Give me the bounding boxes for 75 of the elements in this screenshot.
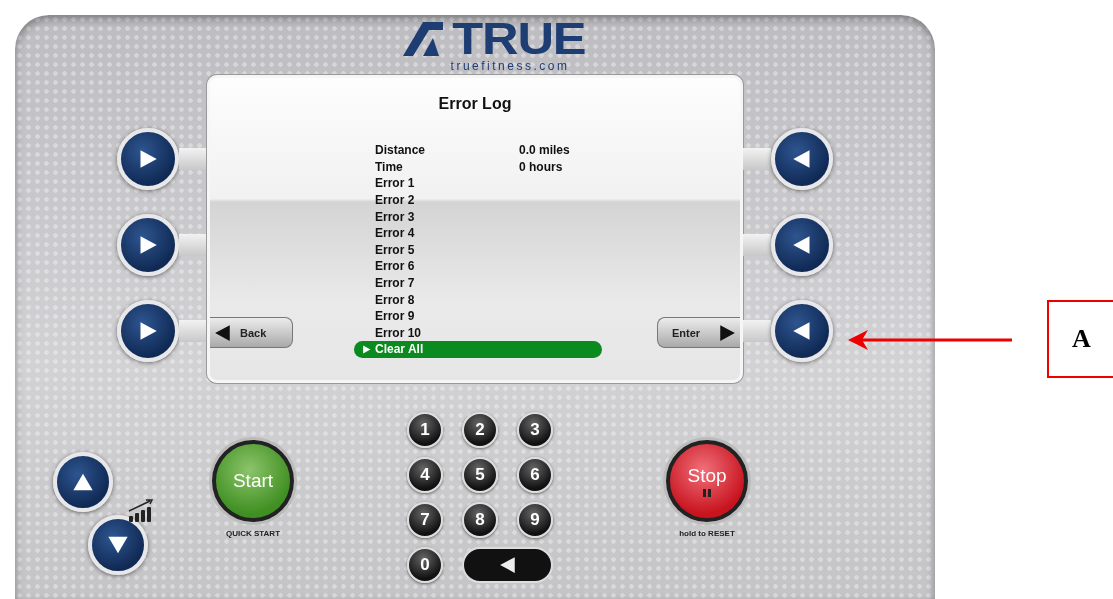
item-label: Distance [375, 143, 427, 158]
item-label: Error 4 [375, 226, 415, 241]
keypad-key[interactable]: 1 [407, 412, 443, 448]
connector-bar [179, 320, 207, 342]
brand-logo: TRUE [452, 19, 586, 59]
item-label: Clear All [375, 342, 424, 357]
connector-bar [179, 234, 207, 256]
triangle-left-icon [792, 321, 812, 341]
menu-item[interactable]: Error 10 [354, 324, 602, 342]
triangle-right-icon [362, 344, 371, 354]
stop-button[interactable]: Stop [666, 440, 748, 522]
menu-item[interactable]: Error 9 [354, 307, 602, 325]
triangle-left-icon [214, 323, 232, 342]
menu-item[interactable]: Error 5 [354, 241, 602, 259]
website-label: truefitness.com [450, 59, 570, 73]
item-label: Error 1 [375, 176, 415, 191]
menu-item[interactable]: Distance 0.0 miles [354, 142, 602, 159]
screen-title: Error Log [437, 94, 513, 114]
soft-key-button[interactable] [771, 300, 833, 362]
menu-item[interactable]: Error 3 [354, 208, 602, 225]
connector-bar [743, 234, 771, 256]
menu-item[interactable]: Error 6 [354, 258, 602, 275]
connector-bar [743, 320, 771, 342]
item-value: 0 hours [519, 159, 563, 174]
menu-item[interactable]: Error 8 [354, 291, 602, 308]
up-button[interactable] [53, 452, 113, 512]
logo-mark-icon [403, 22, 444, 56]
soft-key-button[interactable] [117, 300, 179, 362]
menu-item[interactable]: Error 2 [354, 191, 602, 209]
triangle-left-icon [498, 556, 517, 574]
keypad-key[interactable]: 6 [517, 457, 553, 493]
soft-key-button[interactable] [771, 128, 833, 190]
down-button[interactable] [88, 515, 148, 575]
connector-bar [179, 148, 207, 170]
triangle-right-icon [138, 235, 158, 255]
keypad-key[interactable]: 4 [407, 457, 443, 493]
triangle-right-icon [138, 321, 158, 341]
callout-label: A [1047, 300, 1113, 378]
keypad-key[interactable]: 2 [462, 412, 498, 448]
incline-icon [128, 498, 154, 523]
keypad-key[interactable]: 8 [462, 502, 498, 538]
item-label: Error 6 [375, 259, 415, 274]
menu-item[interactable]: Error 7 [354, 274, 602, 292]
enter-button[interactable]: Enter [657, 317, 740, 348]
menu-item[interactable]: Time 0 hours [354, 158, 602, 176]
item-label: Error 3 [375, 209, 415, 224]
item-label: Error 8 [375, 292, 415, 307]
keypad-key[interactable]: 7 [407, 502, 443, 538]
triangle-right-icon [718, 323, 736, 342]
connector-bar [743, 148, 771, 170]
item-label: Error 5 [375, 242, 415, 257]
item-label: Error 9 [375, 309, 415, 324]
item-label: Error 2 [375, 193, 415, 208]
menu-item[interactable]: Error 1 [354, 175, 602, 192]
keypad-key[interactable]: 0 [407, 547, 443, 583]
soft-key-button[interactable] [771, 214, 833, 276]
menu-item[interactable]: Error 4 [354, 224, 602, 242]
start-caption: QUICK START [225, 529, 281, 538]
soft-key-button[interactable] [117, 128, 179, 190]
keypad-key[interactable]: 9 [517, 502, 553, 538]
selected-menu-item[interactable]: Clear All [354, 341, 602, 358]
pause-icon [703, 489, 711, 497]
back-button[interactable]: Back [210, 317, 293, 348]
triangle-left-icon [792, 235, 812, 255]
triangle-left-icon [792, 149, 812, 169]
backspace-button[interactable] [462, 547, 553, 583]
item-label: Time [375, 159, 404, 174]
item-value: 0.0 miles [519, 143, 570, 158]
keypad-key[interactable]: 3 [517, 412, 553, 448]
item-label: Error 7 [375, 276, 415, 291]
item-label: Error 10 [375, 325, 422, 340]
keypad-key[interactable]: 5 [462, 457, 498, 493]
stop-caption: hold to RESET [679, 529, 735, 538]
soft-key-button[interactable] [117, 214, 179, 276]
triangle-right-icon [138, 149, 158, 169]
